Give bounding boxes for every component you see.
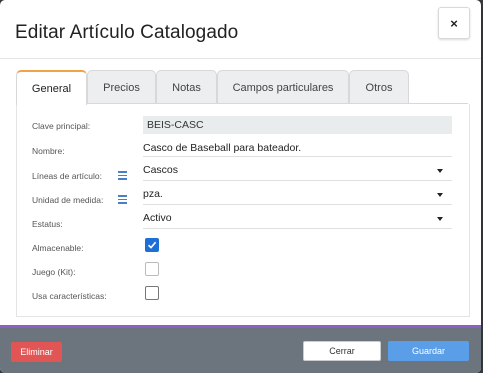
delete-button[interactable]: Eliminar	[11, 342, 62, 362]
checkmark-icon	[147, 241, 157, 249]
lineas-label: Líneas de artículo:	[32, 171, 102, 181]
caracteristicas-checkbox[interactable]	[145, 286, 159, 300]
estatus-select[interactable]: Activo	[143, 209, 452, 229]
unidad-select[interactable]: pza.	[143, 185, 452, 205]
juego-label: Juego (Kit):	[32, 267, 76, 277]
edit-article-dialog: Editar Artículo Catalogado × General Pre…	[0, 0, 481, 373]
dialog-title: Editar Artículo Catalogado	[15, 22, 239, 43]
tab-precios[interactable]: Precios	[87, 70, 156, 104]
dialog-footer: Eliminar Cerrar Guardar	[0, 328, 481, 373]
caracteristicas-label: Usa características:	[32, 291, 107, 301]
almacenable-checkbox[interactable]	[145, 238, 159, 252]
tab-notas[interactable]: Notas	[156, 70, 217, 104]
juego-checkbox[interactable]	[145, 262, 159, 276]
tab-general[interactable]: General	[16, 70, 87, 105]
lineas-select[interactable]: Cascos	[143, 161, 452, 181]
chevron-down-icon	[437, 169, 443, 173]
almacenable-label: Almacenable:	[32, 243, 84, 253]
clave-label: Clave principal:	[32, 121, 91, 131]
close-button[interactable]: ×	[438, 7, 470, 39]
header-divider	[0, 58, 481, 59]
chevron-down-icon	[437, 217, 443, 221]
close-icon: ×	[450, 15, 458, 31]
nombre-label: Nombre:	[32, 146, 65, 156]
list-icon[interactable]	[118, 171, 127, 182]
tab-otros[interactable]: Otros	[349, 70, 409, 104]
list-icon[interactable]	[118, 195, 127, 206]
unidad-label: Unidad de medida:	[32, 195, 104, 205]
tab-campos-particulares[interactable]: Campos particulares	[217, 70, 349, 104]
estatus-label: Estatus:	[32, 219, 63, 229]
clave-field: BEIS-CASC	[143, 116, 452, 134]
cancel-button[interactable]: Cerrar	[303, 341, 381, 361]
nombre-input[interactable]: Casco de Baseball para bateador.	[143, 139, 452, 157]
chevron-down-icon	[437, 193, 443, 197]
save-button[interactable]: Guardar	[388, 341, 469, 361]
